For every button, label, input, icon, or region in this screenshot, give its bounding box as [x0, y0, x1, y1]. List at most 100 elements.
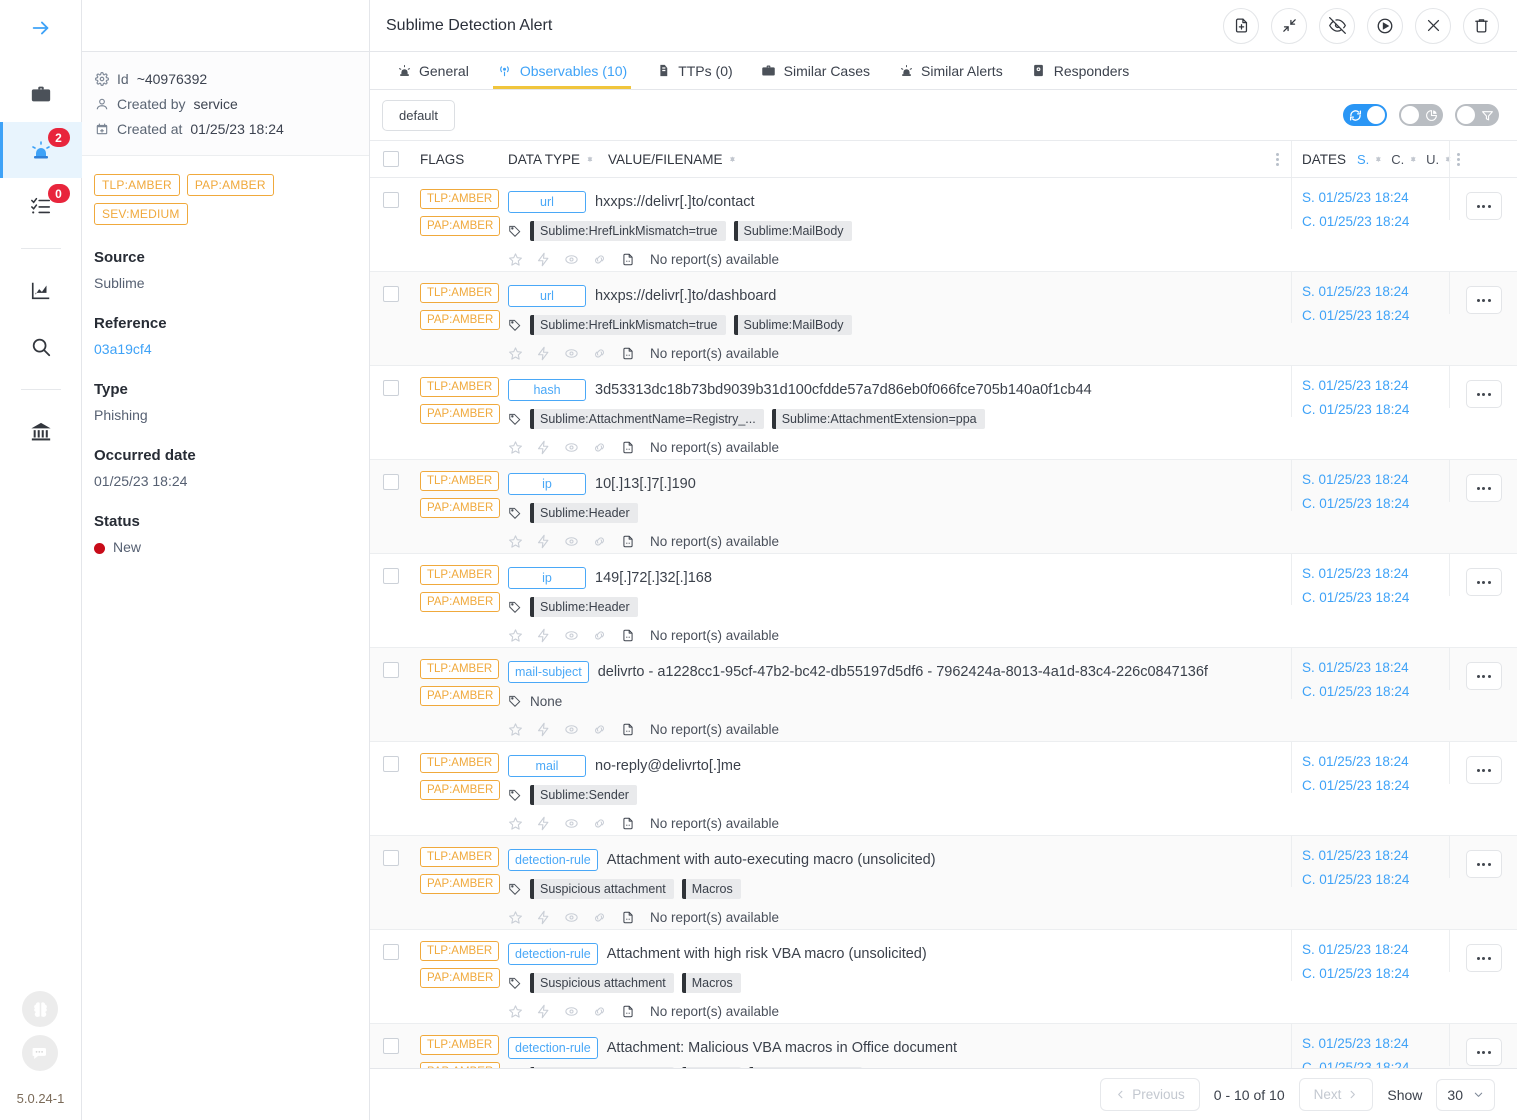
row-tag[interactable]: Sublime:AttachmentExtension=ppa	[771, 409, 985, 429]
row-date-created[interactable]: C. 01/25/23 18:24	[1302, 778, 1409, 793]
row-date-created[interactable]: C. 01/25/23 18:24	[1302, 402, 1409, 417]
row-more-button[interactable]	[1465, 286, 1502, 314]
row-checkbox[interactable]	[383, 944, 399, 960]
star-icon[interactable]	[508, 816, 523, 831]
table-row[interactable]: TLP:AMBER PAP:AMBER hash 3d53313dc18b73bd…	[370, 366, 1517, 460]
row-more-button[interactable]	[1465, 662, 1502, 690]
row-data-type[interactable]: mail-subject	[508, 661, 589, 683]
row-date-seen[interactable]: S. 01/25/23 18:24	[1302, 566, 1409, 581]
link-icon[interactable]	[592, 910, 607, 925]
chat-button[interactable]	[22, 1035, 59, 1071]
sort-seen-icon[interactable]: ▲ ▼	[1374, 154, 1382, 163]
eye-icon[interactable]	[564, 910, 579, 925]
row-observable-value[interactable]: Attachment with high risk VBA macro (uns…	[607, 946, 927, 962]
bolt-icon[interactable]	[536, 722, 551, 737]
table-row[interactable]: TLP:AMBER PAP:AMBER ip 149[.]72[.]32[.]16…	[370, 554, 1517, 648]
eye-icon[interactable]	[564, 440, 579, 455]
row-checkbox[interactable]	[383, 568, 399, 584]
row-date-seen[interactable]: S. 01/25/23 18:24	[1302, 190, 1409, 205]
table-row[interactable]: TLP:AMBERPAP:AMBER detection-rule Attach…	[370, 1024, 1517, 1068]
row-date-seen[interactable]: S. 01/25/23 18:24	[1302, 942, 1409, 957]
row-date-created[interactable]: C. 01/25/23 18:24	[1302, 684, 1409, 699]
row-observable-value[interactable]: Attachment: Malicious VBA macros in Offi…	[607, 1040, 957, 1056]
row-date-seen[interactable]: S. 01/25/23 18:24	[1302, 472, 1409, 487]
row-checkbox[interactable]	[383, 850, 399, 866]
sidebar-item-dashboards[interactable]	[0, 263, 82, 319]
eye-icon[interactable]	[564, 252, 579, 267]
row-more-button[interactable]	[1465, 380, 1502, 408]
link-icon[interactable]	[592, 722, 607, 737]
header-data-type[interactable]: DATA TYPE	[508, 152, 580, 167]
row-observable-value[interactable]: Attachment with auto-executing macro (un…	[607, 852, 936, 868]
tab-observables[interactable]: Observables (10)	[483, 52, 641, 89]
row-observable-value[interactable]: 149[.]72[.]32[.]168	[595, 570, 712, 586]
star-icon[interactable]	[508, 440, 523, 455]
link-icon[interactable]	[592, 440, 607, 455]
row-tag[interactable]: Macros	[681, 879, 741, 899]
sidebar-item-alerts[interactable]: 2	[0, 122, 82, 178]
table-row[interactable]: TLP:AMBER PAP:AMBER mail-subject delivrto…	[370, 648, 1517, 742]
star-icon[interactable]	[508, 722, 523, 737]
row-tag[interactable]: Sublime:MailBody	[733, 315, 852, 335]
row-date-created[interactable]: C. 01/25/23 18:24	[1302, 872, 1409, 887]
chip-tlp[interactable]: TLP:AMBER	[94, 174, 180, 196]
star-icon[interactable]	[508, 252, 523, 267]
tab-similar-cases[interactable]: Similar Cases	[747, 52, 884, 89]
row-tag[interactable]: Sublime:AttachmentName=Registry_...	[530, 409, 764, 429]
tab-similar-alerts[interactable]: Similar Alerts	[884, 52, 1017, 89]
sidebar-item-expand[interactable]	[0, 0, 82, 56]
run-button[interactable]	[1367, 7, 1403, 44]
close-button[interactable]	[1415, 7, 1451, 44]
row-tag[interactable]: Suspicious attachment	[530, 973, 674, 993]
star-icon[interactable]	[508, 1004, 523, 1019]
row-checkbox[interactable]	[383, 286, 399, 302]
row-tag[interactable]: Suspicious attachment	[530, 1067, 674, 1068]
row-date-seen[interactable]: S. 01/25/23 18:24	[1302, 284, 1409, 299]
row-checkbox[interactable]	[383, 662, 399, 678]
row-date-created[interactable]: C. 01/25/23 18:24	[1302, 966, 1409, 981]
row-more-button[interactable]	[1465, 756, 1502, 784]
row-more-button[interactable]	[1465, 568, 1502, 596]
row-data-type[interactable]: detection-rule	[508, 849, 598, 871]
link-icon[interactable]	[592, 252, 607, 267]
sidebar-item-tasks[interactable]: 0	[0, 178, 82, 234]
row-checkbox[interactable]	[383, 192, 399, 208]
row-observable-value[interactable]: delivrto - a1228cc1-95cf-47b2-bc42-db551…	[598, 664, 1208, 680]
row-tag[interactable]: Sublime:Sender	[530, 785, 637, 805]
tab-ttps[interactable]: TTPs (0)	[641, 52, 746, 89]
next-page-button[interactable]: Next	[1298, 1078, 1374, 1111]
star-icon[interactable]	[508, 910, 523, 925]
row-tag[interactable]: Sublime:Header	[530, 503, 638, 523]
row-date-seen[interactable]: S. 01/25/23 18:24	[1302, 848, 1409, 863]
field-reference-value[interactable]: 03a19cf4	[94, 341, 369, 357]
row-date-seen[interactable]: S. 01/25/23 18:24	[1302, 378, 1409, 393]
link-icon[interactable]	[592, 534, 607, 549]
row-date-created[interactable]: C. 01/25/23 18:24	[1302, 214, 1409, 229]
sort-data-type-icon[interactable]: ▲ ▼	[586, 154, 594, 163]
row-observable-value[interactable]: 3d53313dc18b73bd9039b31d100cfdde57a7d86e…	[595, 382, 1092, 398]
table-row[interactable]: TLP:AMBER PAP:AMBER url hxxps://delivr[.]…	[370, 178, 1517, 272]
row-data-type[interactable]: detection-rule	[508, 1037, 598, 1059]
header-date-created[interactable]: C.	[1391, 152, 1404, 167]
row-date-created[interactable]: C. 01/25/23 18:24	[1302, 308, 1409, 323]
row-checkbox[interactable]	[383, 474, 399, 490]
value-column-menu-icon[interactable]	[1276, 152, 1279, 167]
delete-button[interactable]	[1463, 7, 1499, 44]
star-icon[interactable]	[508, 628, 523, 643]
tab-responders[interactable]: Responders	[1017, 52, 1144, 89]
link-icon[interactable]	[592, 346, 607, 361]
star-icon[interactable]	[508, 534, 523, 549]
table-row[interactable]: TLP:AMBERPAP:AMBER detection-rule Attach…	[370, 930, 1517, 1024]
row-more-button[interactable]	[1465, 192, 1502, 220]
link-icon[interactable]	[592, 1004, 607, 1019]
row-checkbox[interactable]	[383, 756, 399, 772]
row-tag[interactable]: Macros	[681, 973, 741, 993]
brain-button[interactable]	[22, 991, 59, 1027]
row-more-button[interactable]	[1465, 850, 1502, 878]
eye-icon[interactable]	[564, 722, 579, 737]
chip-severity[interactable]: SEV:MEDIUM	[94, 203, 188, 225]
row-observable-value[interactable]: no-reply@delivrto[.]me	[595, 758, 741, 774]
select-all-checkbox[interactable]	[383, 151, 399, 167]
row-checkbox[interactable]	[383, 1038, 399, 1054]
header-date-seen[interactable]: S.	[1357, 152, 1369, 167]
